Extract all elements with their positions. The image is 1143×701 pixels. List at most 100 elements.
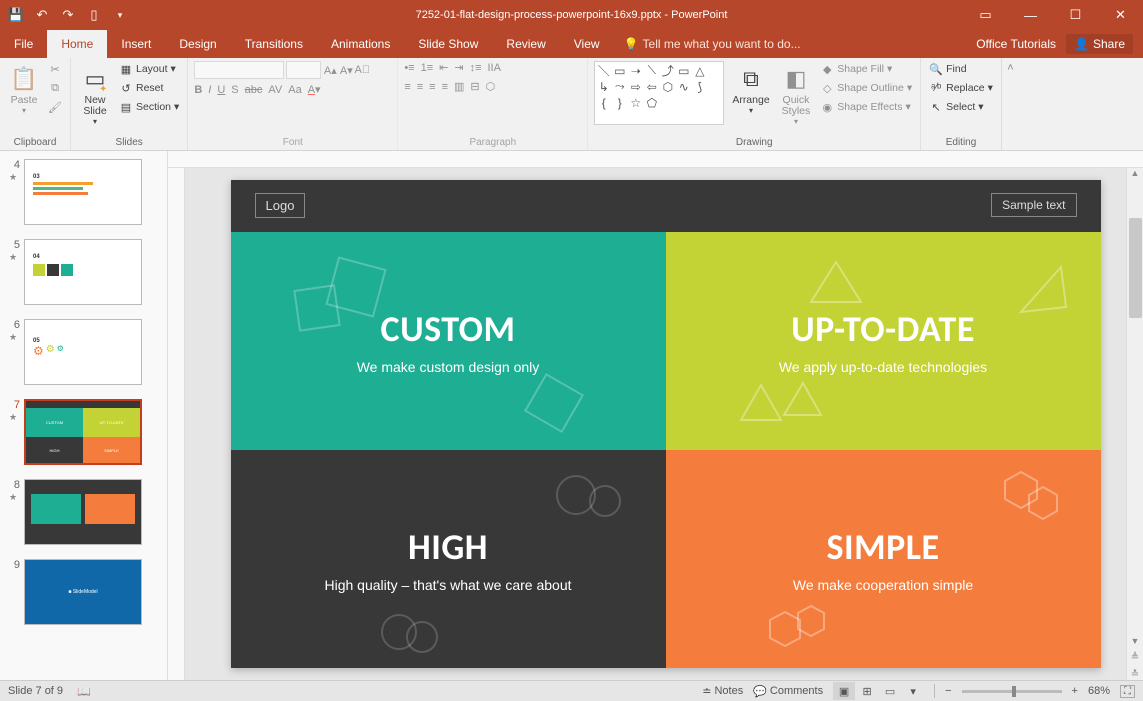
shape-brace-r-icon[interactable]: } [613,96,626,109]
reading-view-icon[interactable]: ▭ [879,682,901,700]
quick-styles-button[interactable]: ◧ Quick Styles ▾ [778,61,815,128]
slide-logo-placeholder[interactable]: Logo [255,193,306,218]
change-case-button[interactable]: Aa [288,84,301,96]
zoom-in-icon[interactable]: + [1072,685,1078,697]
thumbnail-5[interactable]: 5★ 04 [0,235,167,315]
italic-button[interactable]: I [208,84,211,96]
shape-rect2-icon[interactable]: ▭ [677,64,690,77]
thumb-preview[interactable]: 05⚙⚙⚙ [24,319,142,385]
shape-curve-icon[interactable]: ⤳ [613,80,626,93]
thumbnail-4[interactable]: 4★ 03 [0,155,167,235]
scroll-down-icon[interactable]: ▼ [1127,636,1143,646]
shape-hexagon-icon[interactable]: ⬡ [661,80,674,93]
slideshow-view-icon[interactable]: ▾ [902,682,924,700]
format-painter-button[interactable]: 🖌 [46,99,64,115]
office-tutorials-link[interactable]: Office Tutorials [976,37,1056,51]
thumb-preview[interactable]: 03 [24,159,142,225]
normal-view-icon[interactable]: ▣ [833,682,855,700]
scroll-up-icon[interactable]: ▲ [1127,168,1143,185]
quadrant-uptodate[interactable]: UP-TO-DATE We apply up-to-date technolog… [666,232,1101,450]
font-size-input[interactable] [286,61,321,79]
find-button[interactable]: 🔍Find [927,61,995,77]
tab-animations[interactable]: Animations [317,30,404,58]
select-button[interactable]: ↖Select ▾ [927,99,995,115]
reset-button[interactable]: ↺Reset [117,80,181,96]
align-text-icon[interactable]: ⊟ [470,80,479,93]
tab-home[interactable]: Home [47,30,107,58]
decrease-font-icon[interactable]: A▾ [339,63,353,77]
new-slide-button[interactable]: ▭✦ New Slide ▾ [77,61,113,128]
font-color-button[interactable]: A▾ [308,83,321,96]
shape-freeform-icon[interactable]: ⟆ [693,80,706,93]
fit-to-window-icon[interactable]: ⛶ [1120,685,1135,698]
align-center-icon[interactable]: ≡ [417,81,423,93]
scrollbar-thumb[interactable] [1129,218,1142,318]
slide-counter[interactable]: Slide 7 of 9 [8,685,63,697]
zoom-slider[interactable] [962,690,1062,693]
decrease-indent-icon[interactable]: ⇤ [439,61,448,74]
quadrant-custom[interactable]: CUSTOM We make custom design only [231,232,666,450]
thumbnail-7[interactable]: 7★ CUSTOMUP-TO-DATEHIGHSIMPLE [0,395,167,475]
shape-arrow-icon[interactable]: ➝ [629,64,642,77]
thumbnail-9[interactable]: 9 ■ SlideModel [0,555,167,635]
slide[interactable]: Logo Sample text CUSTOM We make custom d… [231,180,1101,668]
shape-line2-icon[interactable]: ⟍ [645,64,658,77]
quadrant-simple[interactable]: SIMPLE We make cooperation simple [666,450,1101,668]
thumb-preview[interactable]: CUSTOMUP-TO-DATEHIGHSIMPLE [24,399,142,465]
start-from-beginning-icon[interactable]: ▯ [86,7,102,23]
tab-insert[interactable]: Insert [107,30,165,58]
clear-formatting-icon[interactable]: A⃠ [355,63,369,77]
shape-arrow3-icon[interactable]: ⇦ [645,80,658,93]
copy-button[interactable]: ⧉ [46,80,64,96]
thumbnail-6[interactable]: 6★ 05⚙⚙⚙ [0,315,167,395]
notes-button[interactable]: ≐Notes [702,685,743,698]
shapes-gallery[interactable]: ＼▭➝⟍⤴▭ △↳⤳⇨⇦⬡ ∿⟆{}☆⬠ [594,61,724,125]
tab-review[interactable]: Review [492,30,559,58]
shape-connector-icon[interactable]: ⤴ [661,64,674,77]
shape-rect-icon[interactable]: ▭ [613,64,626,77]
font-family-input[interactable] [194,61,284,79]
align-right-icon[interactable]: ≡ [429,81,435,93]
bullets-button[interactable]: •≡ [404,62,414,74]
shape-callout-icon[interactable]: ⬠ [645,96,658,109]
bold-button[interactable]: B [194,84,202,96]
line-spacing-icon[interactable]: ↕≡ [470,62,482,74]
character-spacing-button[interactable]: AV [268,84,282,96]
paste-button[interactable]: 📋 Paste ▾ [6,61,42,117]
zoom-out-icon[interactable]: − [945,685,951,697]
shape-brace-l-icon[interactable]: { [597,96,610,109]
undo-icon[interactable]: ↶ [34,7,50,23]
close-icon[interactable]: ✕ [1098,0,1143,30]
tab-slideshow[interactable]: Slide Show [404,30,492,58]
comments-button[interactable]: 💬Comments [753,685,823,698]
numbering-button[interactable]: 1≡ [421,62,434,74]
redo-icon[interactable]: ↷ [60,7,76,23]
thumb-preview[interactable]: 04 [24,239,142,305]
layout-button[interactable]: ▦Layout ▾ [117,61,181,77]
section-button[interactable]: ▤Section ▾ [117,99,181,115]
qat-dropdown-icon[interactable]: ▾ [112,7,128,23]
align-left-icon[interactable]: ≡ [404,81,410,93]
underline-button[interactable]: U [217,84,225,96]
slide-sample-text[interactable]: Sample text [991,193,1076,217]
shape-arrow2-icon[interactable]: ⇨ [629,80,642,93]
strikethrough-button[interactable]: abc [245,84,263,96]
minimize-icon[interactable]: — [1008,0,1053,30]
columns-icon[interactable]: ▥ [454,80,464,93]
maximize-icon[interactable]: ☐ [1053,0,1098,30]
shape-curve2-icon[interactable]: ∿ [677,80,690,93]
spell-check-icon[interactable]: 📖 [77,685,91,698]
collapse-ribbon-icon[interactable]: ˄ [1001,58,1019,150]
shadow-button[interactable]: S [231,84,238,96]
share-button[interactable]: 👤 Share [1066,34,1133,54]
tab-design[interactable]: Design [165,30,230,58]
thumb-preview[interactable] [24,479,142,545]
thumbnail-8[interactable]: 8★ [0,475,167,555]
shape-triangle-icon[interactable]: △ [693,64,706,77]
next-slide-icon[interactable]: ≛ [1127,669,1143,680]
prev-slide-icon[interactable]: ≜ [1127,652,1143,663]
vertical-scrollbar[interactable]: ▲ ▼ ≜ ≛ [1126,168,1143,680]
shape-outline-button[interactable]: ◇Shape Outline ▾ [818,80,914,96]
shape-effects-button[interactable]: ◉Shape Effects ▾ [818,99,914,115]
thumb-preview[interactable]: ■ SlideModel [24,559,142,625]
